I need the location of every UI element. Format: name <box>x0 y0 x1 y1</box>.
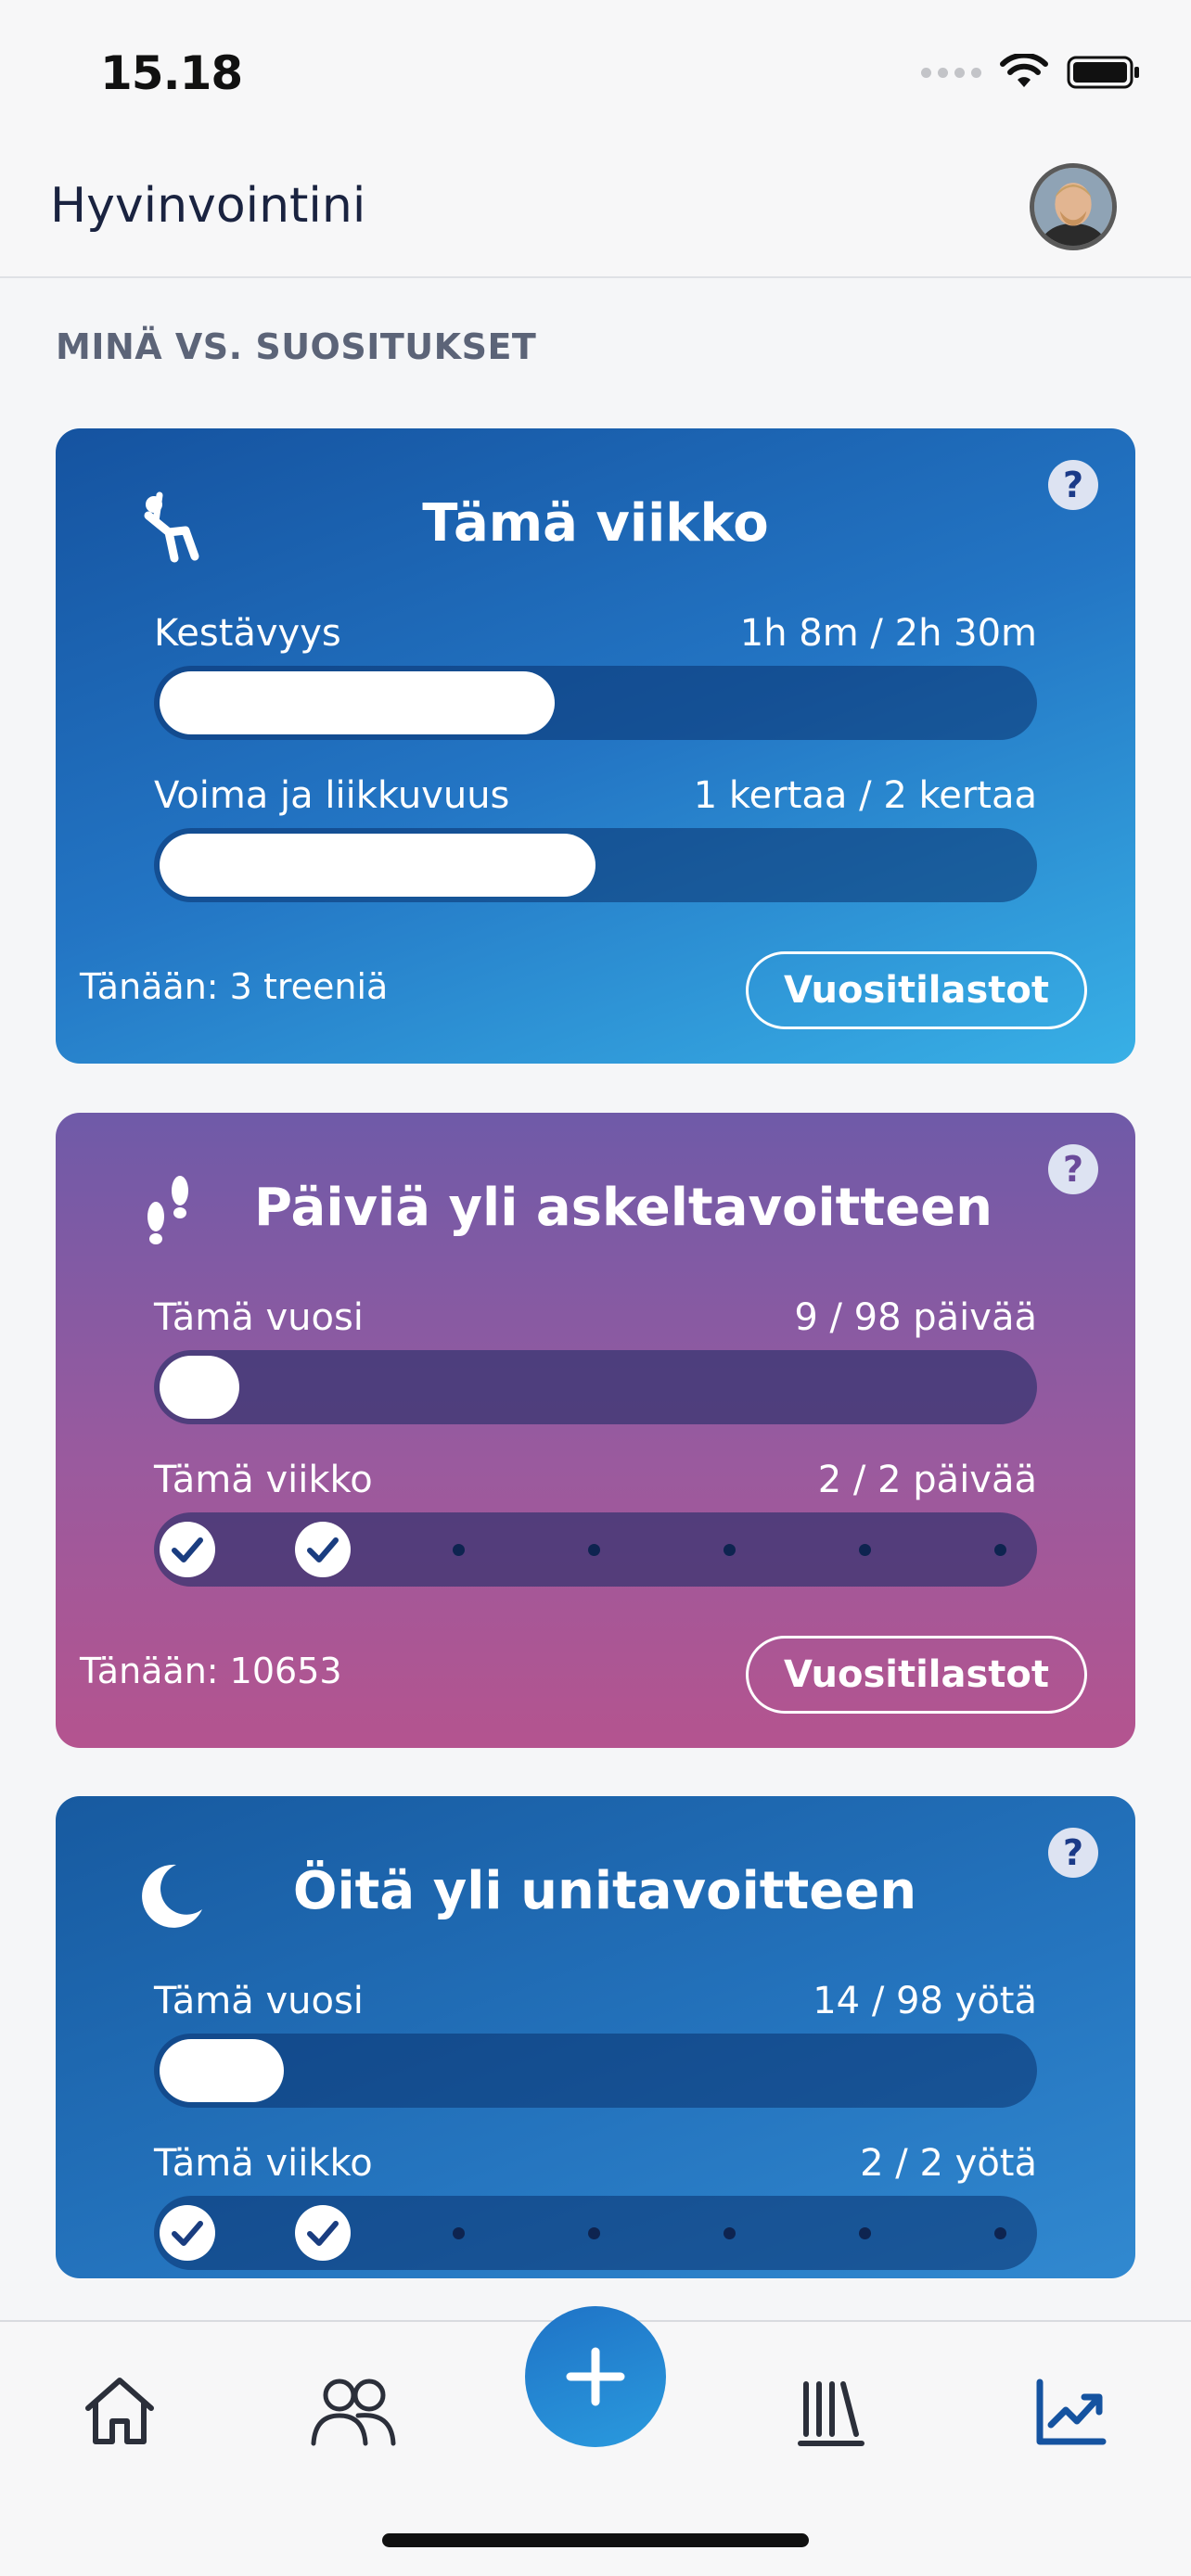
day-pending-dot <box>430 2205 486 2261</box>
status-time: 15.18 <box>100 46 243 100</box>
progress-fill <box>160 671 555 734</box>
row-label: Tämä viikko <box>154 2142 373 2185</box>
wifi-icon <box>1000 54 1048 87</box>
day-pending-dot <box>972 1522 1028 1577</box>
day-complete-check <box>295 2205 351 2261</box>
profile-photo <box>1034 168 1112 246</box>
progress-track <box>154 2034 1037 2108</box>
row-value: 2 / 2 yötä <box>860 2142 1037 2185</box>
progress-track <box>154 828 1037 902</box>
day-pending-dot <box>837 1522 892 1577</box>
row-value: 14 / 98 yötä <box>813 1980 1037 2022</box>
row-value: 1h 8m / 2h 30m <box>739 612 1037 655</box>
year-stats-button[interactable]: Vuositilastot <box>746 1636 1087 1714</box>
row-label: Tämä vuosi <box>154 1296 364 1339</box>
progress-fill <box>160 1356 239 1419</box>
year-stats-button[interactable]: Vuositilastot <box>746 951 1087 1029</box>
progress-track <box>154 1350 1037 1424</box>
add-button[interactable] <box>525 2306 666 2447</box>
status-icons <box>921 54 1141 91</box>
week-days-row <box>154 2196 1037 2270</box>
footer-text: Tänään: 10653 <box>80 1651 342 1691</box>
card-title: Päiviä yli askeltavoitteen <box>253 1178 993 1238</box>
steps-card: ? Päiviä yli askeltavoitteen Tämä vuosi … <box>56 1113 1135 1748</box>
row-value: 2 / 2 päivää <box>817 1459 1037 1501</box>
avatar[interactable] <box>1030 163 1117 250</box>
card-title: Öitä yli unitavoitteen <box>292 1861 917 1921</box>
progress-track <box>154 666 1037 740</box>
row-value: 1 kertaa / 2 kertaa <box>693 774 1037 817</box>
home-indicator <box>382 2533 809 2547</box>
day-pending-dot <box>566 1522 621 1577</box>
progress-fill <box>160 834 596 897</box>
app-header: Hyvinvointini <box>0 139 1191 278</box>
exercise-card: ? Tämä viikko Kestävyys 1h 8m / 2h 30m V… <box>56 428 1135 1064</box>
row-label: Tämä viikko <box>154 1459 373 1501</box>
status-bar: 15.18 <box>0 0 1191 139</box>
day-pending-dot <box>972 2205 1028 2261</box>
nav-library[interactable] <box>779 2361 881 2463</box>
library-icon <box>798 2381 864 2446</box>
nav-stats[interactable] <box>1018 2361 1121 2463</box>
nav-home[interactable] <box>69 2361 171 2463</box>
battery-icon <box>1067 56 1139 89</box>
footer-text: Tänään: 3 treeniä <box>80 966 389 1007</box>
section-label: MINÄ VS. SUOSITUKSET <box>56 326 537 367</box>
day-pending-dot <box>701 2205 757 2261</box>
page-title: Hyvinvointini <box>50 178 366 234</box>
week-days-row <box>154 1512 1037 1587</box>
day-complete-check <box>160 2205 215 2261</box>
day-pending-dot <box>837 2205 892 2261</box>
row-value: 9 / 98 päivää <box>794 1296 1037 1339</box>
day-complete-check <box>295 1522 351 1577</box>
row-label: Kestävyys <box>154 612 341 655</box>
add-icon <box>566 2347 625 2406</box>
day-pending-dot <box>701 1522 757 1577</box>
card-title: Tämä viikko <box>422 493 769 554</box>
row-label: Tämä vuosi <box>154 1980 364 2022</box>
progress-fill <box>160 2039 284 2102</box>
sleep-card: ? Öitä yli unitavoitteen Tämä vuosi 14 /… <box>56 1796 1135 2278</box>
people-icon <box>311 2378 396 2446</box>
home-icon <box>85 2378 154 2444</box>
nav-community[interactable] <box>302 2361 404 2463</box>
cellular-signal-icon <box>921 67 981 78</box>
stats-icon <box>1036 2378 1107 2445</box>
row-label: Voima ja liikkuvuus <box>154 774 510 817</box>
day-pending-dot <box>566 2205 621 2261</box>
day-pending-dot <box>430 1522 486 1577</box>
day-complete-check <box>160 1522 215 1577</box>
